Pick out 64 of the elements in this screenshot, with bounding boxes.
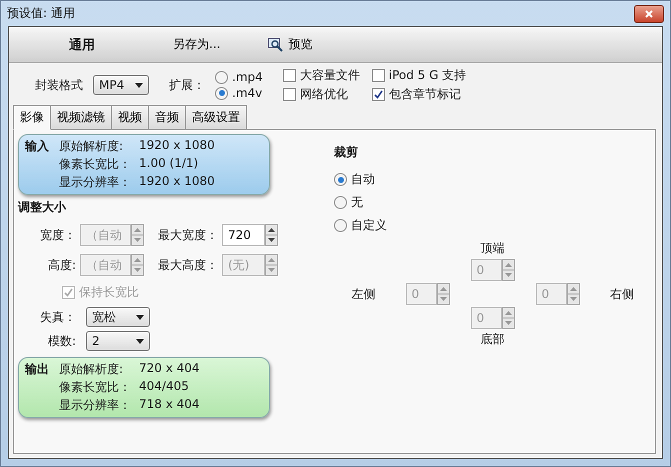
save-as-button[interactable]: 另存为... — [169, 34, 224, 55]
radio-label: 无 — [351, 194, 363, 211]
number-field[interactable]: 720 — [222, 224, 265, 246]
checkbox[interactable] — [282, 88, 296, 101]
dropdown-caret-icon — [136, 314, 144, 320]
checkbox-label: iPod 5 G 支持 — [388, 67, 466, 84]
anamorphic-dropdown[interactable]: 宽松 — [86, 307, 150, 327]
radio-button[interactable] — [215, 70, 228, 84]
container-dropdown[interactable]: MP4 — [93, 75, 149, 95]
close-icon — [645, 10, 653, 18]
extension-label: 扩展： — [169, 76, 205, 94]
tab[interactable]: 高级设置 — [185, 105, 247, 130]
field-label: 左侧 — [351, 286, 376, 302]
checkbox-label: 保持长宽比 — [79, 284, 139, 301]
checkbox[interactable] — [372, 88, 385, 101]
radio-label: .mp4 — [232, 70, 263, 84]
info-label: 像素长宽比： — [59, 156, 131, 173]
spin-arrows-icon[interactable] — [265, 224, 278, 246]
radio-label: 自动 — [351, 171, 375, 188]
close-button[interactable] — [634, 4, 664, 22]
checkbox-label: 包含章节标记 — [388, 86, 461, 103]
section-heading: 裁剪 — [334, 144, 359, 161]
preview-button[interactable]: 预览 — [264, 34, 316, 55]
info-value: 720 x 404 — [138, 361, 201, 377]
info-heading: 输出 — [25, 361, 50, 378]
checkbox-label: 大容量文件 — [300, 67, 360, 84]
tab[interactable]: 视频滤镜 — [50, 105, 112, 130]
checkbox[interactable] — [282, 69, 296, 82]
field-label: 最大宽度： — [157, 226, 219, 244]
tab[interactable]: 视频 — [111, 105, 149, 130]
checkbox-label: 网络优化 — [300, 86, 348, 103]
field-label: 最大高度： — [157, 256, 219, 274]
field-label: 顶端 — [480, 240, 504, 257]
checkbox[interactable] — [372, 69, 385, 82]
field-label: 失真： — [39, 308, 77, 326]
info-label: 原始解析度: — [59, 138, 124, 155]
field-label: 右侧 — [610, 286, 634, 302]
field-label: 底部 — [480, 331, 504, 348]
info-label: 像素长宽比： — [59, 379, 131, 396]
radio-button[interactable] — [215, 86, 228, 100]
info-label: 显示分辨率： — [59, 397, 131, 414]
info-value: 1.00 (1/1) — [138, 156, 200, 172]
field-label: 模数: — [46, 332, 77, 350]
info-label: 原始解析度: — [59, 361, 124, 378]
info-value: 718 x 404 — [138, 397, 201, 413]
tab[interactable]: 音频 — [148, 105, 186, 130]
preset-title: 通用 — [69, 36, 96, 54]
info-value: 1920 x 1080 — [138, 174, 216, 190]
window-title: 预设值: 通用 — [7, 5, 75, 22]
radio-label: .m4v — [232, 86, 262, 100]
container-label: 封装格式 — [35, 76, 83, 94]
magnifier-icon — [268, 38, 284, 52]
dropdown-caret-icon — [136, 338, 144, 344]
radio-label: 自定义 — [351, 217, 387, 234]
field-label: 高度: — [46, 256, 77, 274]
info-value: 404/405 — [138, 379, 190, 395]
info-value: 1920 x 1080 — [138, 138, 216, 154]
field-label: 宽度： — [39, 226, 77, 244]
modulus-dropdown[interactable]: 2 — [86, 331, 150, 351]
info-heading: 输入 — [25, 138, 50, 155]
dropdown-caret-icon — [135, 82, 143, 88]
info-label: 显示分辨率： — [59, 174, 131, 191]
tab[interactable]: 影像 — [13, 105, 51, 130]
section-heading: 调整大小 — [18, 199, 68, 216]
